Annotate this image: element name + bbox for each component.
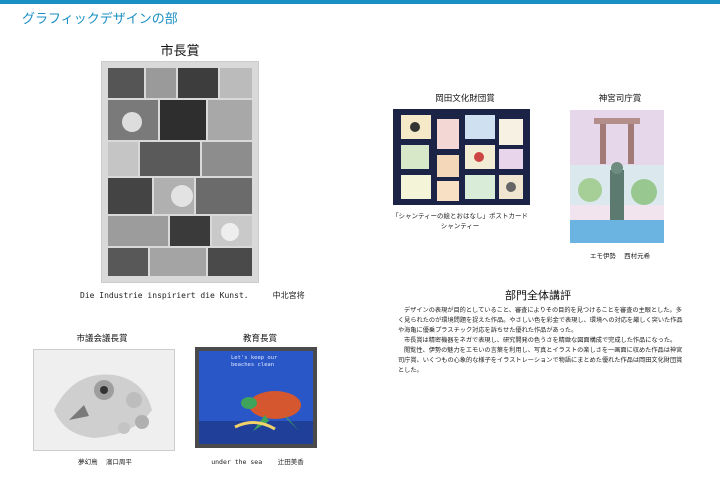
education-award-title: 教育長賞 xyxy=(242,334,277,344)
education-poster-text: Let's keep our beaches clean xyxy=(231,355,278,368)
council-award-caption: 夢幻鳥 濱口周平 xyxy=(50,456,160,466)
education-award-painting: Let's keep our beaches clean xyxy=(195,347,317,448)
top-accent-bar xyxy=(0,0,720,4)
council-award-author: 濱口周平 xyxy=(105,458,132,466)
review-paragraph: 市長賞は精密機器をネガで表現し、研究開発の色うさを精緻な図面構成で完成した作品に… xyxy=(404,337,677,344)
okada-award-title: 岡田文化財団賞 xyxy=(435,94,495,104)
mayor-award-title: 市長賞 xyxy=(160,44,200,59)
review-paragraph: デザインの表現が目的としていること、審査によりその目的を見つけることを審査の主眼… xyxy=(398,307,683,334)
mayor-award-poster xyxy=(101,61,259,283)
mayor-award-work: Die Industrie inspiriert die Kunst. xyxy=(80,291,249,300)
okada-award-caption-1: 「シャンティーの絵とおはなし」ポストカード xyxy=(391,212,529,220)
education-award-author: 辻田美香 xyxy=(277,458,304,466)
education-award-work: under the sea xyxy=(211,458,263,466)
section-title: グラフィックデザインの部 xyxy=(22,12,178,27)
mayor-award-caption: Die Industrie inspiriert die Kunst. 中北宮将 xyxy=(80,290,305,301)
jingu-award-poster xyxy=(570,110,664,243)
review-paragraph: 閲覧性、伊勢の魅力をエモいの言葉を利用し、写真とイラストの楽しさを一画面に収めた… xyxy=(398,347,683,374)
jingu-award-caption: エモ伊勢 西村元希 xyxy=(575,250,665,260)
jingu-award-work: エモ伊勢 xyxy=(589,252,616,260)
okada-award-postcards xyxy=(393,109,530,205)
okada-award-caption-2: シャンティー xyxy=(440,222,480,230)
council-award-title: 市議会議長賞 xyxy=(76,334,128,344)
mayor-award-author: 中北宮将 xyxy=(272,291,305,300)
council-award-drawing xyxy=(33,349,175,451)
review-body: デザインの表現が目的としていること、審査によりその目的を見つけることを審査の主眼… xyxy=(398,306,688,376)
education-award-caption: under the sea 辻田美香 xyxy=(195,456,320,466)
jingu-award-author: 西村元希 xyxy=(624,252,651,260)
jingu-award-title: 神宮司庁賞 xyxy=(598,94,642,104)
review-title: 部門全体講評 xyxy=(505,289,571,302)
council-award-work: 夢幻鳥 xyxy=(78,458,98,466)
